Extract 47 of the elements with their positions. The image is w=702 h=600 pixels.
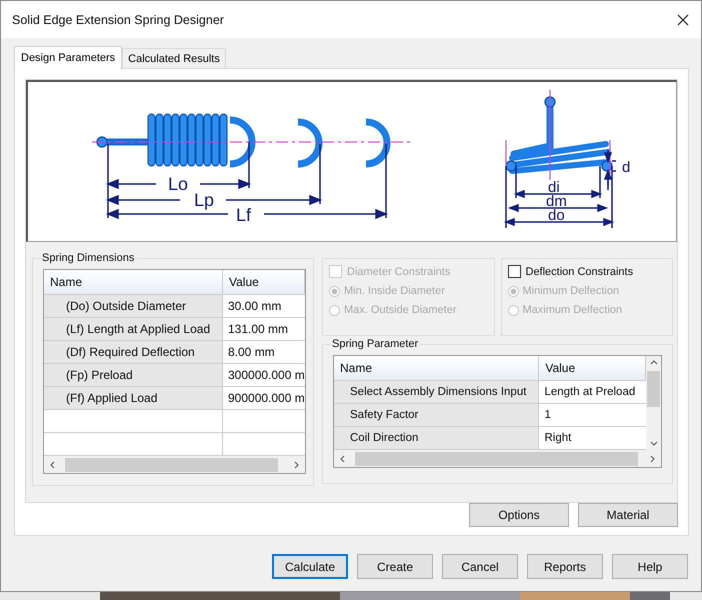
column-header[interactable]: Value <box>223 270 305 295</box>
table-cell[interactable]: 8.00 mm <box>223 341 305 364</box>
table-cell: (Df) Required Deflection <box>44 341 223 364</box>
tab[interactable]: Design Parameters <box>14 46 122 69</box>
table-cell: (Lf) Length at Applied Load <box>44 318 223 341</box>
column-header[interactable]: Name <box>334 356 540 381</box>
dialog-button[interactable]: Reports <box>527 554 603 579</box>
dimension-label: d <box>622 159 630 176</box>
scroll-right-icon[interactable] <box>292 460 300 468</box>
scroll-up-icon[interactable] <box>650 359 658 367</box>
table-cell: Safety Factor <box>334 404 540 427</box>
close-icon[interactable] <box>677 14 689 26</box>
dimension-label: Lf <box>236 205 252 225</box>
table-cell: (Ff) Applied Load <box>44 387 223 410</box>
table-cell[interactable]: 131.00 mm <box>223 318 305 341</box>
table-cell: (Do) Outside Diameter <box>44 295 223 318</box>
dimension-label: di <box>548 179 560 196</box>
dialog-button[interactable]: Options <box>469 503 569 527</box>
table-cell: Select Assembly Dimensions Input <box>334 381 540 404</box>
horizontal-scrollbar[interactable] <box>44 456 305 473</box>
table-cell[interactable]: 900000.000 m <box>223 387 305 410</box>
scroll-left-icon[interactable] <box>49 460 57 468</box>
window-title: Solid Edge Extension Spring Designer <box>12 12 224 26</box>
table-cell[interactable]: 300000.000 m <box>223 364 305 387</box>
constraint-checkbox[interactable]: Deflection Constraints <box>508 265 666 278</box>
scroll-down-icon[interactable] <box>650 439 658 447</box>
table-cell: (Fp) Preload <box>44 364 223 387</box>
dialog-button[interactable]: Material <box>578 503 678 527</box>
dimension-label: Lo <box>168 174 188 194</box>
dimension-label: dm <box>546 193 567 210</box>
dialog-button[interactable]: Create <box>357 554 433 579</box>
horizontal-scrollbar[interactable] <box>334 450 661 467</box>
scroll-left-icon[interactable] <box>339 454 347 462</box>
dialog-button[interactable]: Calculate <box>272 554 348 579</box>
column-header[interactable]: Value <box>539 356 646 381</box>
column-header[interactable]: Name <box>44 270 223 295</box>
scroll-right-icon[interactable] <box>648 454 656 462</box>
dialog-button[interactable]: Help <box>612 554 688 579</box>
dimension-label: do <box>548 207 565 224</box>
table-cell: Coil Direction <box>334 427 540 450</box>
table-cell[interactable]: 30.00 mm <box>223 295 305 318</box>
group-title: Spring Parameter <box>331 338 420 350</box>
dialog-button[interactable]: Cancel <box>442 554 518 579</box>
vertical-scrollbar[interactable] <box>646 356 661 450</box>
tab[interactable]: Calculated Results <box>122 48 226 68</box>
group-title: Spring Dimensions <box>41 252 136 264</box>
dimension-label: Lp <box>194 190 214 210</box>
